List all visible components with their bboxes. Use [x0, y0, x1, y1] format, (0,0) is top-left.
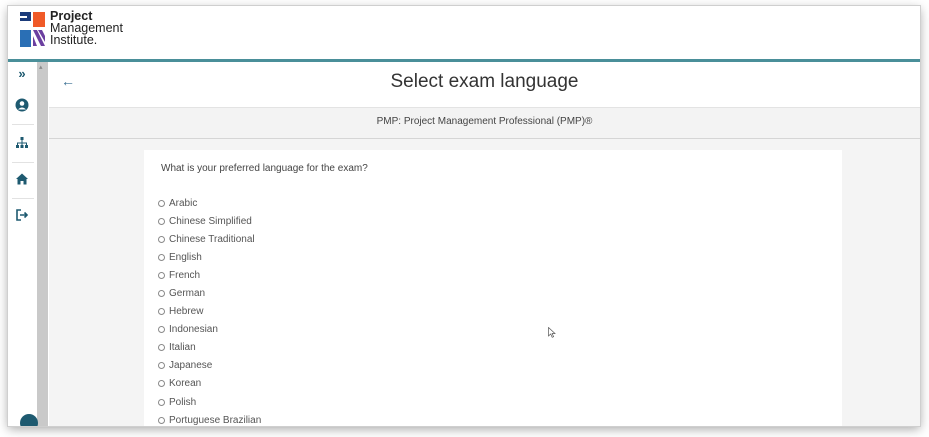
main-content: ← Select exam language PMP: Project Mana… [49, 62, 920, 426]
left-nav: » [8, 62, 36, 426]
collapse-handle-icon[interactable]: ▴ [39, 64, 46, 71]
language-label: Arabic [169, 197, 198, 209]
language-label: Indonesian [169, 324, 218, 336]
language-label: Hebrew [169, 306, 204, 318]
nav-divider [12, 162, 34, 163]
radio-icon[interactable] [158, 235, 165, 243]
language-label: Italian [169, 342, 196, 354]
radio-icon[interactable] [158, 398, 165, 406]
language-label: English [169, 251, 202, 263]
radio-icon[interactable] [158, 344, 165, 352]
brand-name: Project Management Institute. [50, 10, 123, 47]
radio-icon[interactable] [158, 290, 165, 298]
language-label: Portuguese Brazilian [169, 414, 262, 426]
chat-help-icon[interactable] [20, 414, 38, 426]
nav-divider [12, 198, 34, 199]
radio-icon[interactable] [158, 326, 165, 334]
language-option[interactable]: English [158, 248, 261, 266]
language-label: Chinese Traditional [169, 233, 255, 245]
home-icon[interactable] [13, 172, 31, 190]
radio-icon[interactable] [158, 271, 165, 279]
radio-icon[interactable] [158, 362, 165, 370]
radio-icon[interactable] [158, 217, 165, 225]
language-option[interactable]: German [158, 284, 261, 302]
pmi-logo-icon [20, 12, 45, 47]
radio-icon[interactable] [158, 253, 165, 261]
language-option[interactable]: Indonesian [158, 321, 261, 339]
title-bar: ← Select exam language [49, 62, 920, 108]
header: Project Management Institute. [8, 6, 920, 62]
language-label: Korean [169, 378, 202, 390]
nav-scrollbar[interactable]: ▴ [37, 62, 48, 426]
exam-bar: PMP: Project Management Professional (PM… [49, 108, 920, 139]
exam-name: PMP: Project Management Professional (PM… [376, 116, 593, 127]
language-option[interactable]: French [158, 266, 261, 284]
mouse-cursor-icon [548, 327, 556, 338]
language-label: Chinese Simplified [169, 215, 252, 227]
language-options: Arabic Chinese Simplified Chinese Tradit… [158, 194, 261, 426]
radio-icon[interactable] [158, 199, 165, 207]
language-option[interactable]: Chinese Simplified [158, 212, 261, 230]
language-form-card: What is your preferred language for the … [144, 150, 842, 426]
language-option[interactable]: Polish [158, 393, 261, 411]
language-option[interactable]: Japanese [158, 357, 261, 375]
radio-icon[interactable] [158, 380, 165, 388]
language-option[interactable]: Korean [158, 375, 261, 393]
app-window: Project Management Institute. » ▴ ← Sele… [8, 6, 920, 426]
language-label: French [169, 269, 201, 281]
language-option[interactable]: Portuguese Brazilian [158, 411, 261, 426]
brand-line-3: Institute. [50, 33, 98, 47]
language-option[interactable]: Arabic [158, 194, 261, 212]
language-question: What is your preferred language for the … [161, 163, 368, 174]
org-chart-icon[interactable] [13, 136, 31, 154]
account-icon[interactable] [13, 98, 31, 116]
language-label: German [169, 288, 206, 300]
nav-divider [12, 124, 34, 125]
radio-icon[interactable] [158, 308, 165, 316]
radio-icon[interactable] [158, 416, 165, 424]
page-title: Select exam language [390, 71, 579, 92]
language-option[interactable]: Chinese Traditional [158, 230, 261, 248]
logout-icon[interactable] [13, 208, 31, 226]
expand-nav-icon[interactable]: » [13, 65, 31, 83]
language-option[interactable]: Italian [158, 339, 261, 357]
language-option[interactable]: Hebrew [158, 303, 261, 321]
language-label: Polish [169, 396, 197, 408]
language-label: Japanese [169, 360, 213, 372]
